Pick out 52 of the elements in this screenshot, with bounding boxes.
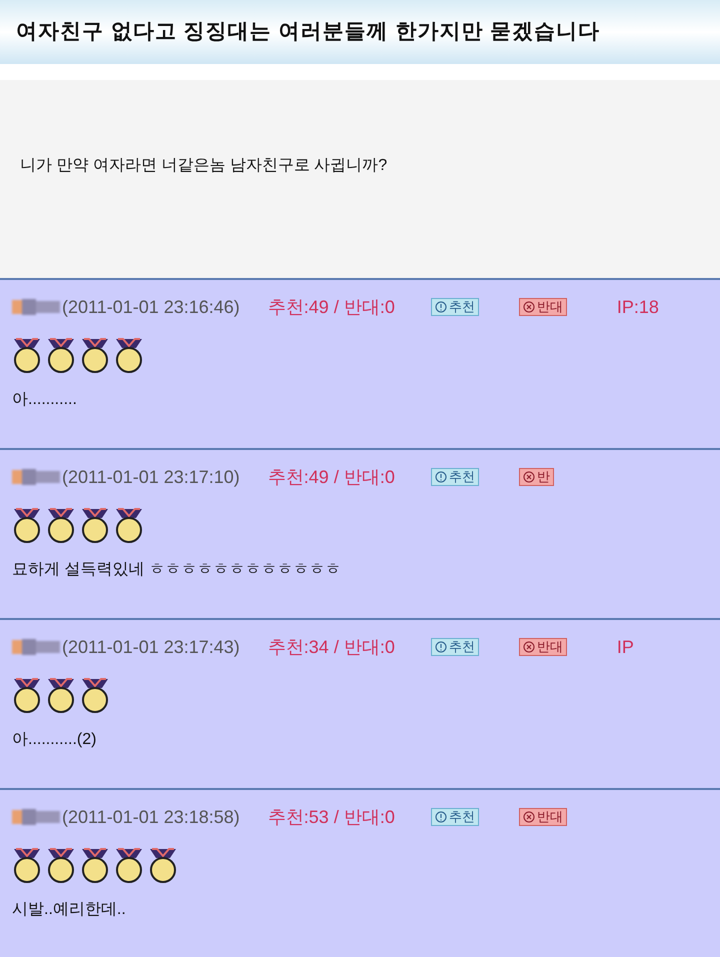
comment-timestamp: (2011-01-01 23:16:46) [62,296,240,319]
comment-text: 묘하게 설득력있네 ㅎㅎㅎㅎㅎㅎㅎㅎㅎㅎㅎㅎ [12,560,342,580]
comment-text: 아...........(2) [12,730,98,750]
medal-icon [114,848,144,884]
exclamation-icon [434,301,447,313]
blurred-name [12,299,60,315]
recommend-button[interactable]: 추천 [430,468,479,486]
ip-address: IP [616,636,634,658]
medal-icon [80,848,110,884]
medal-icon [12,678,42,714]
medal-icon [46,678,76,714]
blurred-name [12,809,60,825]
cross-icon [522,641,535,653]
comment-text: 시발..예리한데.. [12,900,127,920]
blurred-name [12,469,60,485]
cross-icon [522,471,535,483]
exclamation-icon [434,811,447,823]
vote-count: 추천:49 / 반대:0 [268,466,395,488]
comment-text: 아........... [12,390,78,410]
medal-icon [46,508,76,544]
medal-icon [114,508,144,544]
comment-timestamp: (2011-01-01 23:17:10) [62,466,240,489]
medal-icon [12,848,42,884]
comment-timestamp: (2011-01-01 23:17:43) [62,636,240,659]
vote-count: 추천:34 / 반대:0 [268,636,395,658]
recommend-button[interactable]: 추천 [430,808,479,826]
vote-count: 추천:53 / 반대:0 [268,806,395,828]
medal-icon [148,848,178,884]
exclamation-icon [434,471,447,483]
cross-icon [522,301,535,313]
medal-icon [80,508,110,544]
oppose-button[interactable]: 반대 [518,298,567,316]
vote-count: 추천:49 / 반대:0 [268,296,395,318]
comment-timestamp: (2011-01-01 23:18:58) [62,806,240,829]
oppose-button[interactable]: 반대 [518,638,567,656]
medal-icon [80,678,110,714]
cross-icon [522,811,535,823]
medal-icon [12,338,42,374]
oppose-button[interactable]: 반 [518,468,554,486]
medal-icon [80,338,110,374]
ip-address: IP:18 [616,296,659,318]
medal-icon [114,338,144,374]
oppose-button[interactable]: 반대 [518,808,567,826]
recommend-button[interactable]: 추천 [430,298,479,316]
medal-icon [12,508,42,544]
recommend-button[interactable]: 추천 [430,638,479,656]
exclamation-icon [434,641,447,653]
post-title: 여자친구 없다고 징징대는 여러분들께 한가지만 묻겠습니다 [16,19,600,46]
post-text: 니가 만약 여자라면 너같은놈 남자친구로 사귑니까? [20,157,388,174]
blurred-name [12,639,60,655]
medal-icon [46,338,76,374]
medal-icon [46,848,76,884]
